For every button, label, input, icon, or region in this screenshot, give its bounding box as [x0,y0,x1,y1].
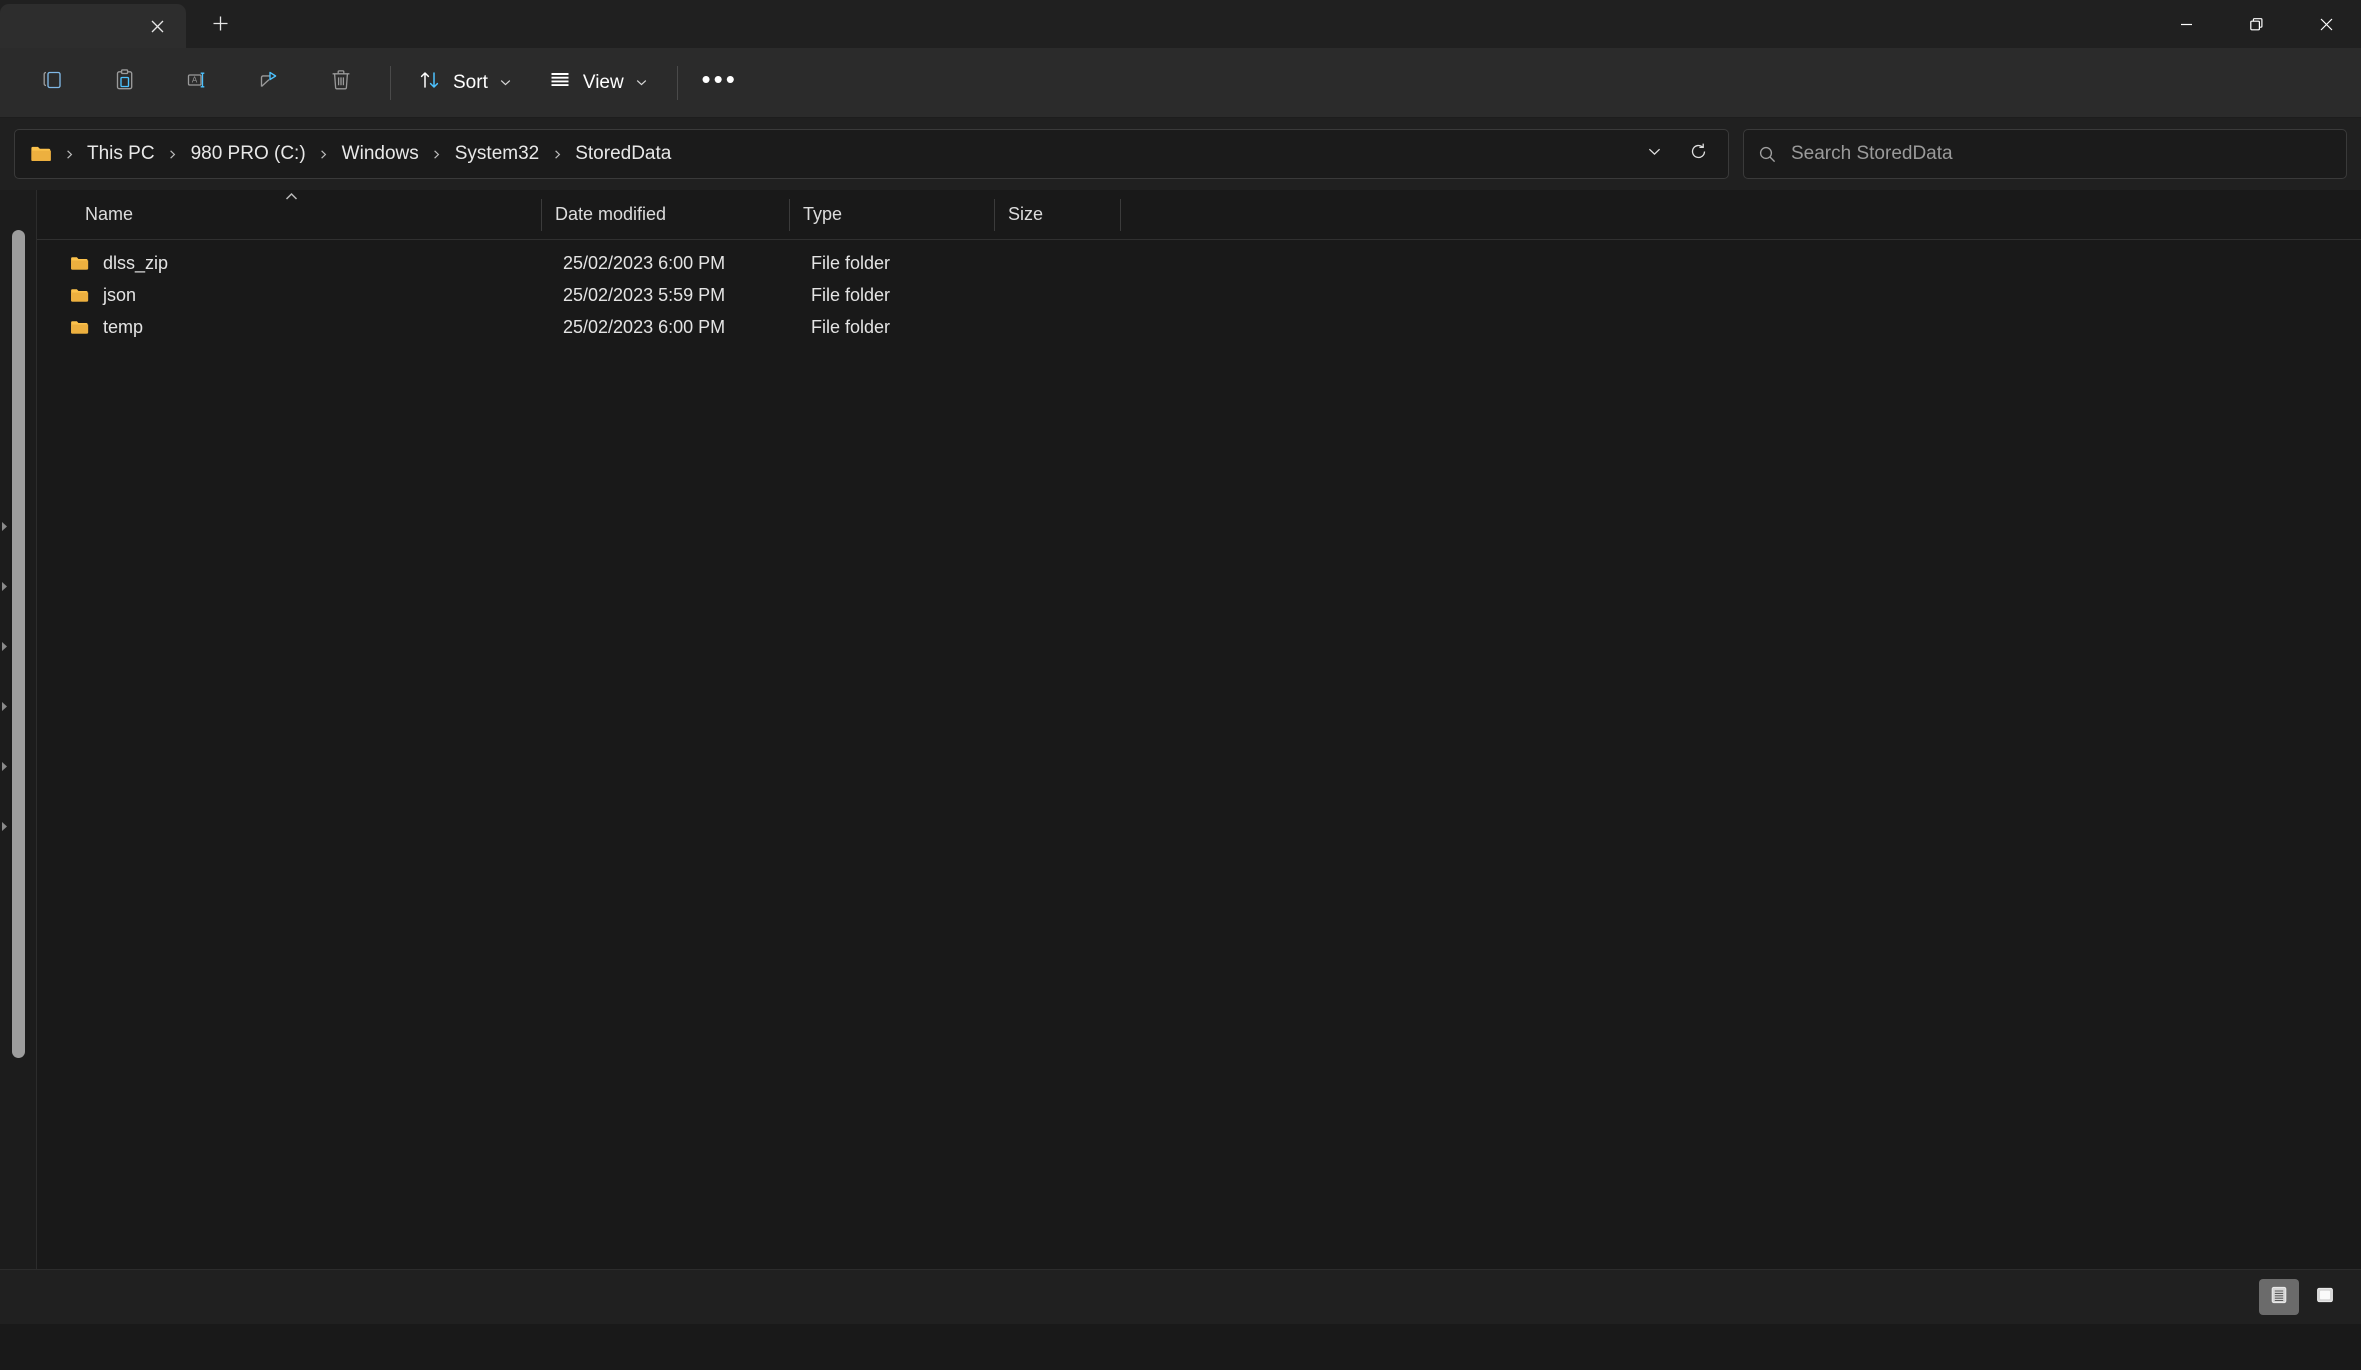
chevron-right-icon [314,149,334,160]
tab-strip [0,0,246,48]
column-header-size-label: Size [1008,204,1044,224]
chevron-right-icon [163,149,183,160]
new-tab-button[interactable] [194,4,246,48]
chevron-down-icon [1646,143,1663,165]
column-header-name[interactable]: Name [61,190,541,240]
share-icon [256,67,282,98]
file-date-cell: 25/02/2023 6:00 PM [563,252,726,273]
search-input[interactable] [1791,143,2332,165]
search-box[interactable] [1743,129,2347,179]
chevron-down-icon [499,76,512,89]
file-name-label: dlss_zip [103,252,169,273]
toolbar-divider-2 [676,65,678,100]
file-type-cell: File folder [811,316,891,337]
column-header-type-label: Type [803,204,843,224]
file-list-pane: Name Date modified Type Size dlss_zip 25… [37,190,2361,1324]
large-icons-view-icon [2315,1285,2335,1310]
address-row: This PC 980 PRO (C:) Windows System32 St… [0,118,2361,190]
large-icons-view-button[interactable] [2305,1279,2345,1315]
table-row[interactable]: temp 25/02/2023 6:00 PM File folder [45,311,2353,343]
file-name-cell: dlss_zip [69,253,549,274]
copy-button[interactable] [24,59,82,107]
svg-text:A: A [192,76,198,85]
restore-button[interactable] [2221,0,2291,48]
column-headers: Name Date modified Type Size [37,190,2361,240]
plus-icon [212,15,229,37]
nav-expand-chevrons [0,520,11,833]
view-label: View [582,71,624,93]
folder-icon [69,285,90,306]
share-button[interactable] [240,59,298,107]
window-controls [2151,0,2361,48]
sort-label: Sort [453,71,488,93]
trash-icon [328,67,354,98]
table-row[interactable]: json 25/02/2023 5:59 PM File folder [45,279,2353,311]
column-header-date-modified[interactable]: Date modified [541,190,789,240]
folder-icon [69,253,90,274]
file-date-cell: 25/02/2023 6:00 PM [563,316,726,337]
rename-icon: A [184,67,210,98]
file-name-label: json [103,284,137,305]
breadcrumb-item-this-pc[interactable]: This PC [79,139,163,169]
folder-icon [29,142,53,166]
close-button[interactable] [2291,0,2361,48]
file-list: dlss_zip 25/02/2023 6:00 PM File folder … [37,240,2361,1324]
details-view-icon [2269,1285,2289,1310]
breadcrumb-item-system32[interactable]: System32 [447,139,547,169]
breadcrumb-item-windows[interactable]: Windows [334,139,427,169]
chevron-right-icon [427,149,447,160]
address-bar[interactable]: This PC 980 PRO (C:) Windows System32 St… [14,129,1729,179]
ascending-caret-icon [284,186,299,207]
column-header-name-label: Name [85,204,134,224]
close-icon[interactable] [142,11,172,41]
table-row[interactable]: dlss_zip 25/02/2023 6:00 PM File folder [45,247,2353,279]
sort-arrows-icon [418,68,442,97]
view-button[interactable]: View [535,59,661,107]
command-toolbar: A Sort View ••• [0,48,2361,118]
file-type-cell: File folder [811,252,891,273]
tab-active[interactable] [0,4,186,48]
title-bar [0,0,2361,48]
refresh-icon [1689,142,1708,166]
breadcrumb-item-drive[interactable]: 980 PRO (C:) [183,139,314,169]
file-date-cell: 25/02/2023 5:59 PM [563,284,726,305]
address-history-button[interactable] [1632,131,1676,177]
chevron-down-icon [635,76,648,89]
details-view-button[interactable] [2259,1279,2299,1315]
content-area: ●●● Name Date modified Type Size [0,190,2361,1324]
breadcrumb-item-storeddata[interactable]: StoredData [567,139,679,169]
file-name-cell: json [69,285,549,306]
delete-button[interactable] [312,59,370,107]
breadcrumb: This PC 980 PRO (C:) Windows System32 St… [59,139,1632,169]
toolbar-divider [390,65,391,100]
sort-button[interactable]: Sort [405,59,525,107]
chevron-right-icon [547,149,567,160]
navigation-pane-collapsed[interactable]: ●●● [0,190,37,1324]
file-type-cell: File folder [811,284,891,305]
list-lines-icon [548,68,572,97]
navigation-pane-scrollbar[interactable] [12,230,25,1058]
paste-button[interactable] [96,59,154,107]
column-header-date-label: Date modified [555,204,667,224]
refresh-button[interactable] [1676,131,1720,177]
file-name-label: temp [103,316,144,337]
minimize-button[interactable] [2151,0,2221,48]
column-header-type[interactable]: Type [789,190,994,240]
file-name-cell: temp [69,317,549,338]
folder-icon [69,317,90,338]
see-more-button[interactable]: ••• [692,59,748,107]
paste-icon [112,67,138,98]
copy-icon [40,67,66,98]
status-bar [0,1269,2361,1324]
rename-button[interactable]: A [168,59,226,107]
column-header-size[interactable]: Size [994,190,1121,240]
search-icon [1758,145,1777,164]
chevron-right-icon [59,149,79,160]
